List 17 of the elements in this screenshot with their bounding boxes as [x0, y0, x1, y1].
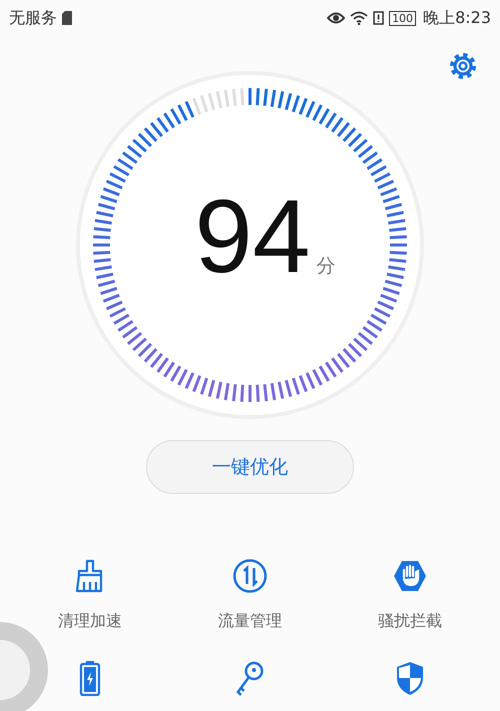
- clock-text: 晚上8:23: [423, 8, 491, 28]
- tool-label[interactable]: 骚扰拦截: [378, 611, 442, 632]
- optimize-button[interactable]: 一键优化: [146, 440, 354, 494]
- eye-icon: [327, 11, 346, 25]
- transfer-icon[interactable]: [232, 558, 268, 594]
- tool-label[interactable]: 流量管理: [218, 611, 282, 632]
- score-unit: 分: [316, 254, 336, 279]
- score-value: 94: [194, 185, 310, 289]
- settings-icon[interactable]: [449, 52, 477, 80]
- sd-card-icon: [62, 11, 72, 25]
- wifi-icon: [350, 11, 368, 25]
- alert-icon: [373, 11, 384, 25]
- hand-icon[interactable]: [392, 558, 428, 594]
- gauge-track: [192, 88, 244, 115]
- battery-indicator: 100: [389, 10, 416, 26]
- tool-label[interactable]: 清理加速: [58, 611, 122, 632]
- carrier-text: 无服务: [9, 8, 57, 28]
